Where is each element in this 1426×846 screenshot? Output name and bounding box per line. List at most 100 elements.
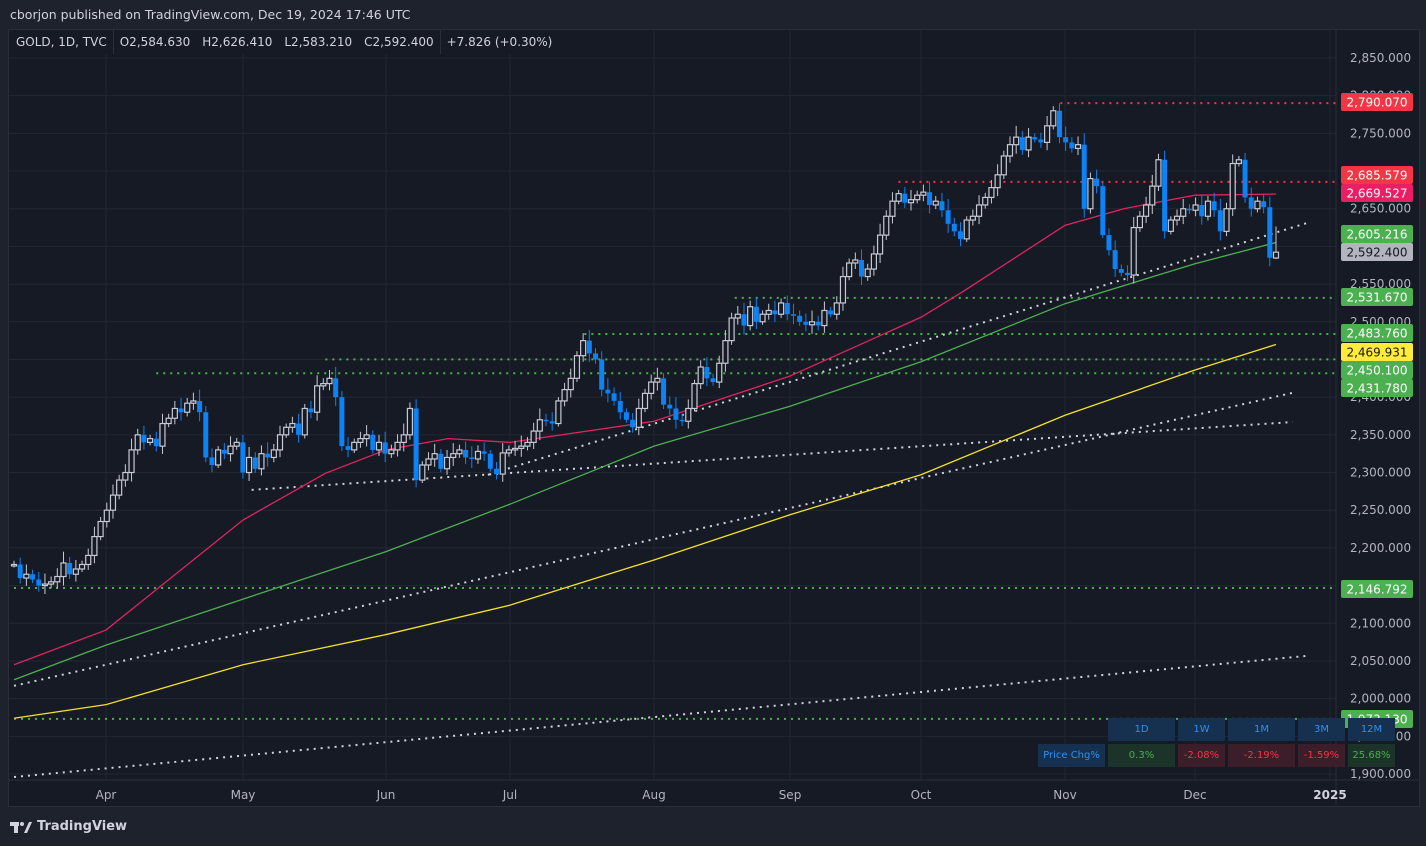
- candle-body: [153, 438, 159, 447]
- candle: [146, 434, 154, 446]
- candle: [833, 296, 840, 320]
- candle-body: [654, 377, 661, 383]
- candle-body: [382, 442, 388, 454]
- tradingview-logo[interactable]: TradingView: [10, 819, 127, 834]
- candle: [580, 333, 587, 362]
- candle-body: [852, 259, 859, 264]
- candle: [876, 223, 884, 264]
- candle: [1074, 136, 1082, 156]
- candle-body: [276, 434, 284, 451]
- candle-body: [301, 407, 308, 436]
- candle-body: [839, 275, 847, 304]
- candle-body: [171, 407, 178, 419]
- candle: [920, 184, 927, 202]
- candle: [184, 397, 191, 417]
- candle-body: [945, 210, 951, 224]
- x-tick-label: Apr: [96, 788, 117, 802]
- candle: [456, 444, 463, 458]
- candle: [945, 198, 951, 233]
- candle: [648, 374, 655, 400]
- candle: [573, 351, 581, 382]
- candle-body: [859, 259, 865, 277]
- candle-body: [431, 453, 438, 460]
- legend-change: +7.826 (+0.30%): [446, 35, 553, 49]
- candle: [1038, 132, 1044, 148]
- candle: [1142, 196, 1150, 223]
- candle-body: [1038, 139, 1044, 143]
- candle-body: [759, 313, 766, 323]
- candle: [245, 446, 253, 481]
- candle-body: [221, 449, 227, 454]
- candle: [1081, 133, 1087, 218]
- candle-body: [511, 447, 519, 451]
- candle-body: [772, 310, 778, 315]
- candle-body: [994, 174, 1001, 189]
- candle: [221, 443, 227, 460]
- candles: [10, 103, 1280, 595]
- candle-body: [197, 400, 203, 413]
- candle: [1094, 169, 1100, 194]
- candle-body: [54, 575, 61, 583]
- candle-body: [524, 441, 531, 447]
- candle-body: [72, 568, 79, 575]
- candle: [518, 435, 525, 457]
- x-tick-label: Aug: [642, 788, 665, 802]
- candle-body: [1223, 208, 1230, 232]
- legend-symbol[interactable]: GOLD, 1D, TVC: [10, 30, 114, 54]
- candle: [859, 249, 865, 286]
- candle-body: [710, 378, 716, 383]
- candle: [413, 399, 419, 488]
- candle-body: [209, 457, 215, 465]
- candle: [258, 445, 265, 476]
- candle-body: [1013, 136, 1020, 146]
- candle: [1106, 228, 1112, 256]
- candle: [116, 474, 123, 500]
- logo-text: TradingView: [37, 819, 128, 834]
- candle: [1155, 153, 1162, 191]
- price-tag-label: 2,146.792: [1346, 583, 1407, 597]
- y-tick-label: 2,200.000: [1350, 541, 1411, 555]
- period-12m: 12M: [1348, 718, 1395, 741]
- candle: [1235, 155, 1242, 167]
- candle: [425, 452, 432, 471]
- candle: [85, 548, 92, 570]
- candle: [716, 355, 723, 389]
- candle: [499, 443, 506, 482]
- candle: [1217, 198, 1223, 241]
- candle-body: [747, 306, 754, 327]
- candle: [803, 313, 809, 332]
- candle: [48, 576, 55, 589]
- candle: [1112, 240, 1118, 277]
- y-tick-label: 2,650.000: [1350, 202, 1411, 216]
- candle: [122, 464, 129, 487]
- candle-body: [308, 408, 314, 413]
- candle: [438, 449, 444, 473]
- price-tag-label: 2,531.670: [1346, 291, 1407, 305]
- candle: [91, 526, 98, 564]
- candle: [60, 551, 67, 586]
- candle: [1242, 152, 1248, 203]
- candle-body: [932, 200, 939, 206]
- candle: [1056, 103, 1062, 144]
- candle-body: [227, 445, 234, 455]
- candle-body: [265, 453, 271, 458]
- candle: [697, 360, 704, 390]
- candle: [988, 180, 995, 204]
- candle-body: [1242, 159, 1248, 198]
- candle-body: [1211, 201, 1217, 211]
- candle: [240, 434, 246, 479]
- price-tag-label: 2,685.579: [1346, 169, 1407, 183]
- candle-body: [1235, 159, 1242, 165]
- candle-body: [456, 449, 463, 455]
- candle-body: [370, 434, 376, 450]
- price-axis[interactable]: [1336, 30, 1418, 805]
- candle: [679, 413, 685, 427]
- candle: [394, 434, 401, 457]
- candle-body: [1186, 208, 1192, 211]
- candle-body: [753, 306, 759, 322]
- candle-body: [580, 340, 587, 357]
- candle-body: [1050, 110, 1057, 127]
- candle-body: [1261, 201, 1267, 208]
- candle: [320, 378, 327, 391]
- candle: [599, 351, 605, 397]
